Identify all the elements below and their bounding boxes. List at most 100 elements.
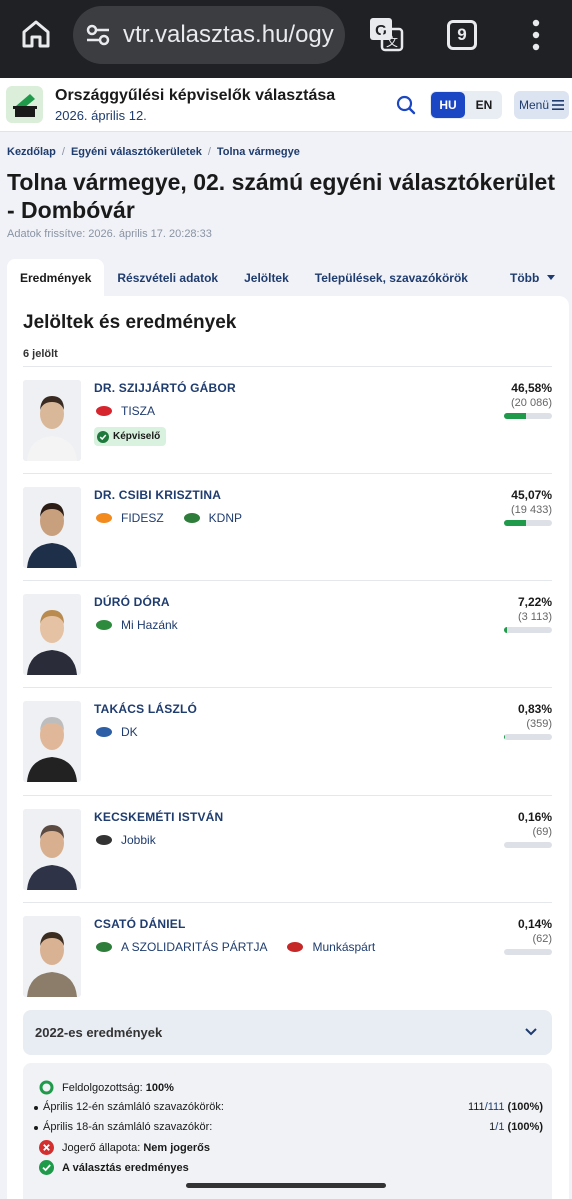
gesture-handle	[186, 1183, 386, 1188]
candidate-name[interactable]: DR. SZIJJÁRTÓ GÁBOR	[94, 381, 236, 395]
candidate-count: 6 jelölt	[23, 348, 58, 360]
party-list: FIDESZ KDNP	[94, 511, 260, 525]
breadcrumb: Kezdőlap / Egyéni választókerületek / To…	[7, 146, 300, 158]
party-list: TISZA	[94, 404, 173, 418]
party-item[interactable]: A SZOLIDARITÁS PÁRTJA	[94, 940, 267, 954]
election-date: 2026. április 12.	[55, 108, 147, 123]
vote-share-bar	[504, 627, 552, 633]
party-item[interactable]: KDNP	[182, 511, 242, 525]
menu-button[interactable]: Menü	[514, 91, 569, 119]
processed-label: Feldolgozottság:	[62, 1081, 143, 1094]
jobbik-logo	[94, 833, 114, 847]
svg-text:文: 文	[386, 34, 398, 49]
candidate-name[interactable]: CSATÓ DÁNIEL	[94, 917, 186, 931]
lang-en-button[interactable]: EN	[467, 92, 501, 118]
candidate-photo	[23, 916, 81, 997]
translate-icon[interactable]: G文	[368, 16, 404, 52]
candidate-name[interactable]: KECSKEMÉTI ISTVÁN	[94, 810, 223, 824]
previous-results-label: 2022-es eredmények	[35, 1025, 163, 1040]
munkaspart-logo	[285, 940, 305, 954]
more-vert-icon[interactable]	[530, 18, 542, 52]
last-updated: Adatok frissítve: 2026. április 17. 20:2…	[7, 228, 212, 240]
candidate-row[interactable]: DR. CSIBI KRISZTINA FIDESZ KDNP 45,07% (19 4…	[23, 473, 552, 580]
tab-turnout[interactable]: Részvételi adatok	[104, 259, 231, 296]
vote-count: (3 113)	[517, 611, 552, 623]
site-settings-icon[interactable]	[85, 22, 111, 48]
progress-ring-icon	[39, 1080, 54, 1095]
vote-count: (359)	[526, 718, 552, 730]
results-heading: Jelöltek és eredmények	[23, 312, 237, 333]
party-name: A SZOLIDARITÁS PÁRTJA	[121, 940, 268, 954]
candidate-photo	[23, 380, 81, 461]
vote-share-bar	[504, 413, 552, 419]
vote-percent: 46,58%	[511, 381, 552, 395]
vote-share-bar	[504, 949, 552, 955]
lang-hu-button[interactable]: HU	[431, 92, 465, 118]
candidate-name[interactable]: TAKÁCS LÁSZLÓ	[94, 702, 197, 716]
tab-results[interactable]: Eredmények	[7, 259, 105, 296]
candidate-name[interactable]: DÚRÓ DÓRA	[94, 595, 170, 609]
breadcrumb-county[interactable]: Tolna vármegye	[217, 146, 300, 158]
fidesz-logo	[94, 511, 114, 525]
legal-status-label: Jogerő állapota:	[62, 1141, 141, 1154]
szolidaritas-logo	[94, 940, 114, 954]
breadcrumb-districts[interactable]: Egyéni választókerületek	[71, 146, 202, 158]
site-title[interactable]: Országgyűlési képviselők választása	[55, 87, 335, 105]
valid-label: A választás eredményes	[62, 1161, 189, 1174]
valid-row: A választás eredményes	[39, 1160, 189, 1175]
previous-results-accordion[interactable]: 2022-es eredmények	[23, 1010, 552, 1055]
precinct-label: Április 12-én számláló szavazókörök:	[34, 1101, 224, 1113]
vote-count: (69)	[532, 826, 552, 838]
error-x-icon	[39, 1140, 54, 1155]
party-item[interactable]: Jobbik	[94, 833, 156, 847]
vote-share-bar	[504, 520, 552, 526]
tab-switcher-button[interactable]: 9	[447, 20, 477, 50]
breadcrumb-home[interactable]: Kezdőlap	[7, 146, 56, 158]
search-icon[interactable]	[396, 95, 416, 115]
candidate-name[interactable]: DR. CSIBI KRISZTINA	[94, 488, 221, 502]
party-list: Mi Hazánk	[94, 618, 196, 632]
vote-percent: 45,07%	[511, 488, 552, 502]
party-item[interactable]: Mi Hazánk	[94, 618, 178, 632]
processing-stats: Feldolgozottság: 100% Április 12-én szám…	[23, 1063, 552, 1199]
tab-settlements[interactable]: Települések, szavazókörök	[302, 259, 481, 296]
url-text: vtr.valasztas.hu/ogy	[123, 21, 334, 48]
tab-more[interactable]: Több	[497, 259, 568, 296]
vote-share-fill	[504, 520, 526, 526]
tab-candidates[interactable]: Jelöltek	[231, 259, 302, 296]
vote-percent: 7,22%	[517, 595, 552, 609]
party-item[interactable]: Munkáspárt	[285, 940, 375, 954]
party-name: TISZA	[121, 404, 156, 418]
breadcrumb-separator: /	[207, 146, 211, 158]
candidate-row[interactable]: CSATÓ DÁNIEL A SZOLIDARITÁS PÁRTJA Munkásp…	[23, 902, 552, 1009]
candidate-row[interactable]: DR. SZIJJÁRTÓ GÁBOR TISZA Képviselő 46,58% (…	[23, 366, 552, 473]
address-bar[interactable]: vtr.valasztas.hu/ogy	[73, 6, 345, 64]
candidate-row[interactable]: KECSKEMÉTI ISTVÁN Jobbik 0,16% (69)	[23, 795, 552, 902]
home-icon[interactable]	[20, 18, 52, 50]
site-logo[interactable]	[6, 86, 43, 123]
language-switcher: HU EN	[430, 91, 502, 119]
precinct-label: Április 18-án számláló szavazókör:	[33, 1121, 213, 1133]
vote-count: (19 433)	[511, 504, 552, 516]
breadcrumb-separator: /	[61, 146, 65, 158]
precinct-value: 111/111 (100%)	[467, 1101, 543, 1113]
mi-hazank-logo	[94, 618, 114, 632]
party-item[interactable]: FIDESZ	[94, 511, 164, 525]
vote-percent: 0,14%	[517, 917, 552, 931]
check-circle-icon	[97, 430, 109, 443]
candidate-row[interactable]: DÚRÓ DÓRA Mi Hazánk 7,22% (3 113)	[23, 580, 552, 687]
party-list: A SZOLIDARITÁS PÁRTJA Munkáspárt	[94, 940, 393, 954]
candidate-photo	[23, 701, 81, 782]
vote-percent: 0,83%	[517, 702, 552, 716]
party-name: KDNP	[208, 511, 243, 525]
dk-logo	[94, 725, 114, 739]
legal-status-row: Jogerő állapota: Nem jogerős	[39, 1140, 210, 1155]
vote-percent: 0,16%	[517, 810, 552, 824]
party-item[interactable]: DK	[94, 725, 138, 739]
party-name: FIDESZ	[121, 511, 164, 525]
vote-count: (62)	[532, 933, 552, 945]
browser-toolbar: vtr.valasztas.hu/ogy G文 9	[0, 0, 572, 78]
vote-share-bar	[504, 842, 552, 848]
candidate-row[interactable]: TAKÁCS LÁSZLÓ DK 0,83% (359)	[23, 687, 552, 794]
party-item[interactable]: TISZA	[94, 404, 155, 418]
